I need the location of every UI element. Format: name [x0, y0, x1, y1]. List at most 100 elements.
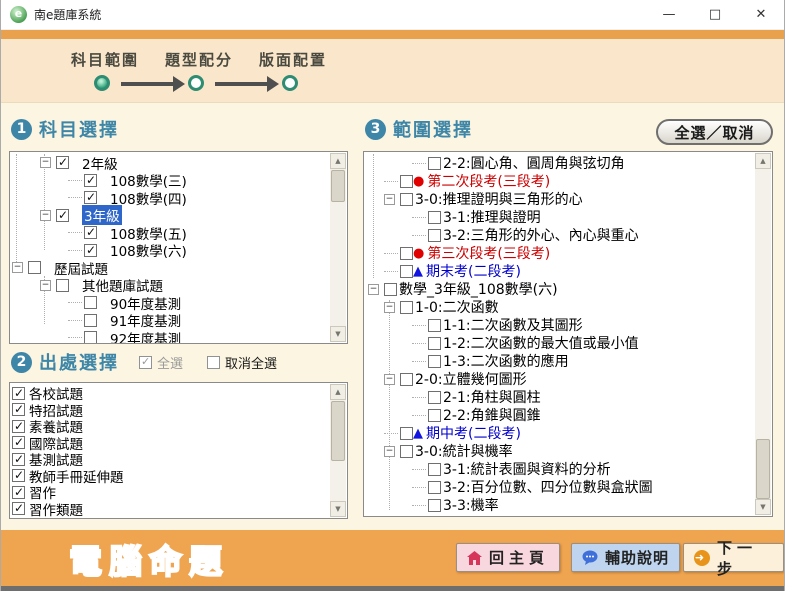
tree-item[interactable]: − 2-2:圓心角、圓周角與弦切角	[364, 154, 755, 172]
expander-icon[interactable]: −	[40, 280, 51, 291]
checkbox[interactable]	[400, 265, 413, 278]
checkbox[interactable]	[84, 174, 97, 187]
expander-icon[interactable]: −	[384, 374, 395, 385]
checkbox[interactable]	[84, 314, 97, 327]
expander-icon[interactable]: −	[384, 446, 395, 457]
checkbox[interactable]	[12, 387, 25, 400]
scroll-up-icon[interactable]: ▲	[330, 153, 346, 169]
expander-icon[interactable]: −	[40, 157, 51, 168]
tree-item[interactable]: − ▲ 期中考(二段考)	[364, 424, 755, 442]
checkbox[interactable]	[56, 156, 69, 169]
checkbox[interactable]	[56, 279, 69, 292]
tree-item[interactable]: − 108數學(四)	[10, 189, 330, 207]
checkbox[interactable]	[384, 283, 397, 296]
tree-item[interactable]: − 1-1:二次函數及其圖形	[364, 316, 755, 334]
tree-item[interactable]: − 3-1:推理與證明	[364, 208, 755, 226]
select-all-toggle-button[interactable]: 全選／取消	[656, 119, 773, 145]
checkbox[interactable]	[84, 296, 97, 309]
checkbox[interactable]	[84, 191, 97, 204]
checkbox[interactable]	[428, 391, 441, 404]
tree-item[interactable]: − ● 第二次段考(三段考)	[364, 172, 755, 190]
home-button[interactable]: 回主頁	[456, 543, 560, 572]
source-scrollbar[interactable]: ▲ ▼	[330, 384, 346, 517]
tree-item[interactable]: − 90年度基測	[10, 294, 330, 312]
checkbox[interactable]	[428, 463, 441, 476]
checkbox[interactable]	[84, 331, 97, 343]
checkbox[interactable]	[12, 403, 25, 416]
tree-item[interactable]: − 數學_3年級_108數學(六)	[364, 280, 755, 298]
scroll-down-icon[interactable]: ▼	[330, 501, 346, 517]
tree-item[interactable]: − 歷屆試題	[10, 259, 330, 277]
close-button[interactable]: ✕	[738, 0, 784, 29]
checkbox[interactable]	[12, 453, 25, 466]
deselect-all-checkbox[interactable]	[207, 356, 220, 369]
tree-item[interactable]: − 其他題庫試題	[10, 277, 330, 295]
checkbox[interactable]	[400, 373, 413, 386]
checkbox[interactable]	[12, 486, 25, 499]
checkbox[interactable]	[428, 211, 441, 224]
tree-item[interactable]: − ▲ 期末考(二段考)	[364, 262, 755, 280]
scroll-down-icon[interactable]: ▼	[330, 326, 346, 342]
checkbox[interactable]	[428, 481, 441, 494]
tree-item[interactable]: − 3-0:推理證明與三角形的心	[364, 190, 755, 208]
tree-item[interactable]: − 3-0:統計與機率	[364, 442, 755, 460]
scroll-down-icon[interactable]: ▼	[755, 499, 771, 515]
tree-item[interactable]: − 92年度基測	[10, 329, 330, 343]
deselect-all-checkbox-group[interactable]: 取消全選	[207, 353, 277, 372]
checkbox[interactable]	[428, 157, 441, 170]
checkbox[interactable]	[84, 244, 97, 257]
expander-icon[interactable]: −	[40, 210, 51, 221]
checkbox[interactable]	[400, 301, 413, 314]
scroll-up-icon[interactable]: ▲	[330, 384, 346, 400]
scroll-up-icon[interactable]: ▲	[755, 153, 771, 169]
tree-item[interactable]: − 2-2:角錐與圓錐	[364, 406, 755, 424]
select-all-checkbox-group[interactable]: 全選	[139, 353, 183, 372]
scroll-thumb[interactable]	[756, 439, 770, 499]
checkbox[interactable]	[428, 409, 441, 422]
tree-item[interactable]: − 108數學(五)	[10, 224, 330, 242]
checkbox[interactable]	[428, 499, 441, 512]
minimize-button[interactable]: —	[646, 0, 692, 29]
tree-item[interactable]: − 2年級	[10, 154, 330, 172]
expander-icon[interactable]: −	[384, 194, 395, 205]
select-all-checkbox[interactable]	[139, 356, 152, 369]
checkbox[interactable]	[428, 319, 441, 332]
tree-item[interactable]: − 91年度基測	[10, 312, 330, 330]
tree-item[interactable]: − 1-2:二次函數的最大值或最小值	[364, 334, 755, 352]
tree-item[interactable]: − 1-0:二次函數	[364, 298, 755, 316]
checkbox[interactable]	[400, 445, 413, 458]
expander-icon[interactable]: −	[384, 302, 395, 313]
checkbox[interactable]	[428, 355, 441, 368]
tree-item[interactable]: − 2-0:立體幾何圖形	[364, 370, 755, 388]
checkbox[interactable]	[400, 427, 413, 440]
scroll-thumb[interactable]	[331, 170, 345, 202]
tree-item[interactable]: − ● 第三次段考(三段考)	[364, 244, 755, 262]
expander-icon[interactable]: −	[12, 262, 23, 273]
next-step-button[interactable]: ➜ 下一步	[683, 543, 784, 572]
list-item[interactable]: 習作類題	[10, 501, 330, 518]
checkbox[interactable]	[56, 209, 69, 222]
list-item[interactable]: 教師手冊延伸題	[10, 468, 330, 485]
checkbox[interactable]	[428, 337, 441, 350]
checkbox[interactable]	[428, 229, 441, 242]
checkbox[interactable]	[12, 469, 25, 482]
checkbox[interactable]	[400, 247, 413, 260]
tree-item[interactable]: − 2-1:角柱與圓柱	[364, 388, 755, 406]
checkbox[interactable]	[12, 436, 25, 449]
tree-item[interactable]: − 3-2:三角形的外心、內心與重心	[364, 226, 755, 244]
checkbox[interactable]	[28, 261, 41, 274]
checkbox[interactable]	[84, 226, 97, 239]
scroll-thumb[interactable]	[331, 401, 345, 461]
tree-item[interactable]: − 3-1:統計表圖與資料的分析	[364, 460, 755, 478]
tree-item[interactable]: − 108數學(三)	[10, 172, 330, 190]
checkbox[interactable]	[400, 175, 413, 188]
tree-item[interactable]: − 3-3:機率	[364, 496, 755, 514]
help-button[interactable]: 輔助說明	[571, 543, 680, 572]
range-scrollbar[interactable]: ▲ ▼	[755, 153, 771, 515]
tree-item[interactable]: − 3-2:百分位數、四分位數與盒狀圖	[364, 478, 755, 496]
checkbox[interactable]	[12, 502, 25, 515]
subject-scrollbar[interactable]: ▲ ▼	[330, 153, 346, 342]
expander-icon[interactable]: −	[368, 284, 379, 295]
tree-item[interactable]: − 3年級	[10, 207, 330, 225]
checkbox[interactable]	[12, 420, 25, 433]
